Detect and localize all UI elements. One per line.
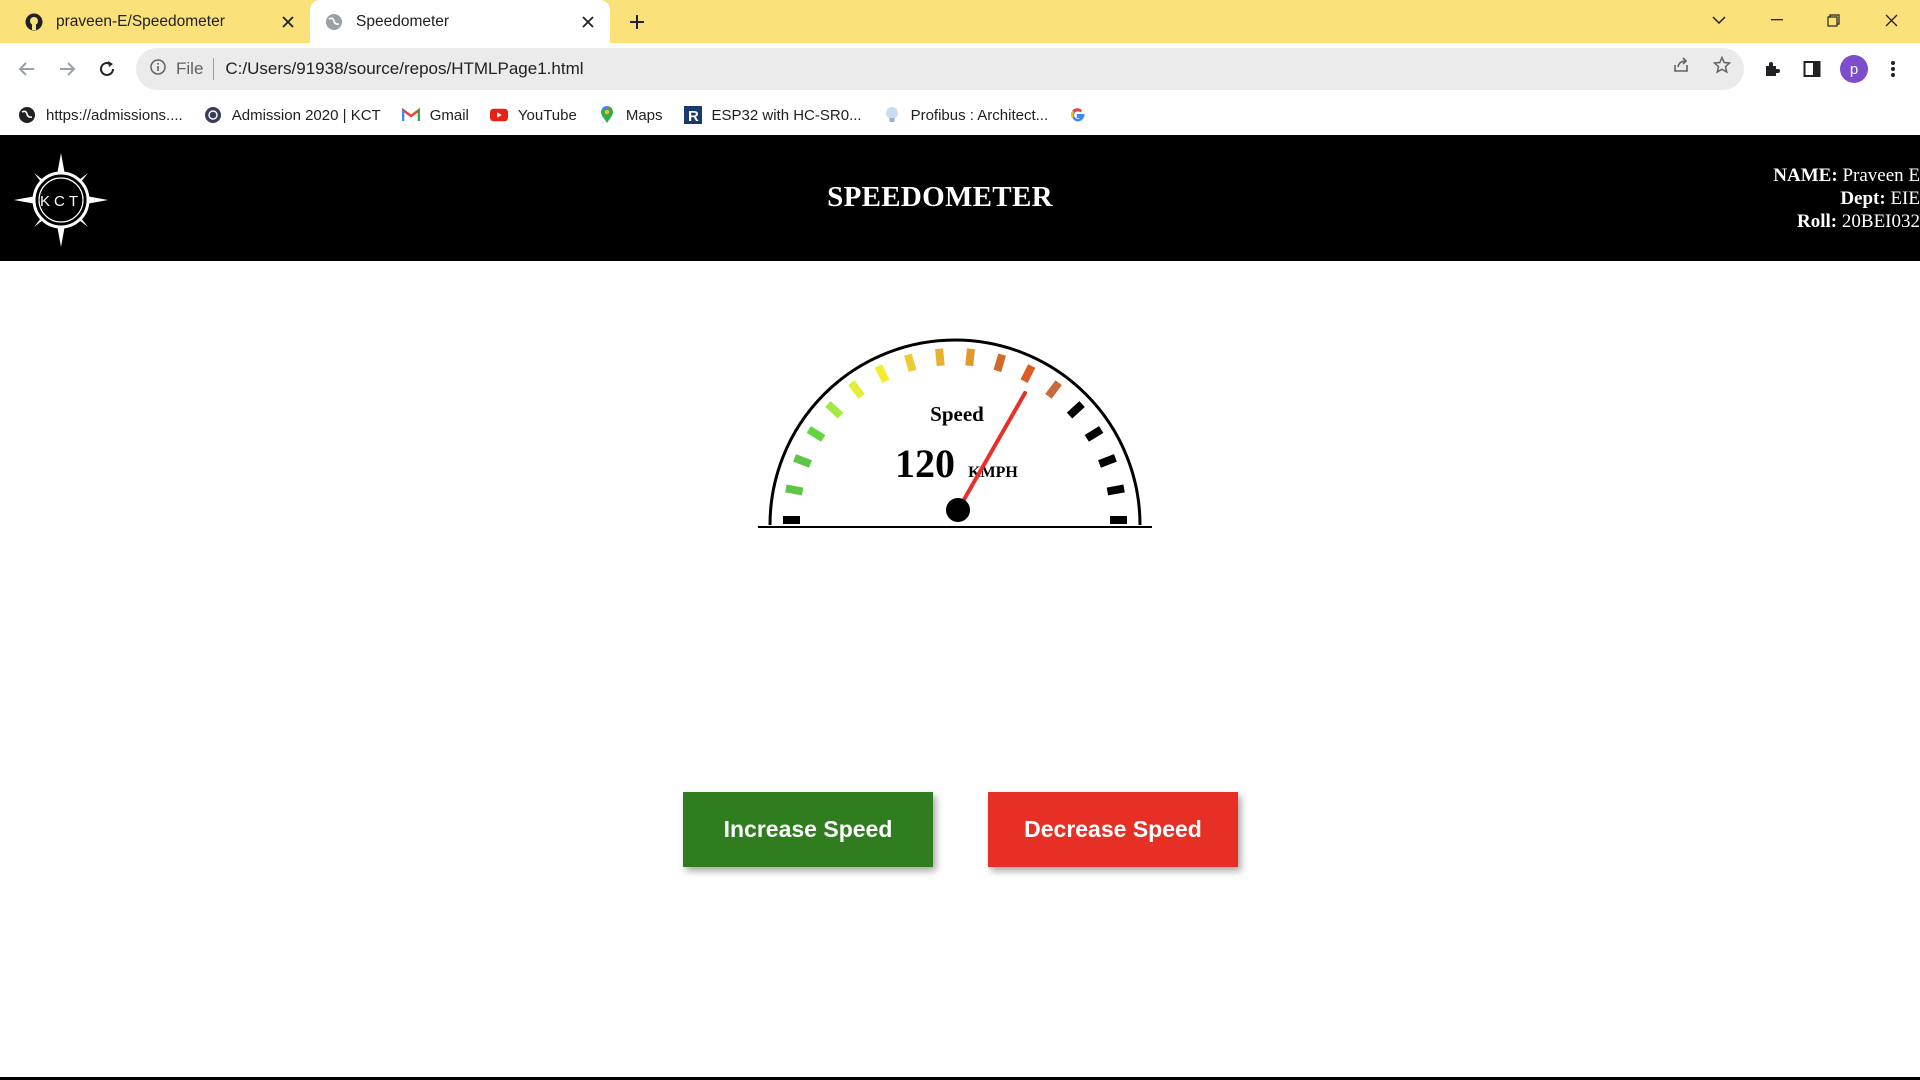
- gauge-tick: [874, 364, 890, 383]
- bookmark-gmail[interactable]: Gmail: [401, 106, 469, 124]
- extensions-icon[interactable]: [1756, 53, 1788, 85]
- gauge-tick: [935, 348, 945, 367]
- student-roll: 20BEI032: [1841, 211, 1920, 232]
- svg-text:R: R: [688, 108, 699, 124]
- gauge-tick: [1020, 364, 1036, 383]
- gauge-tick: [993, 353, 1006, 373]
- kct-icon: [204, 106, 222, 124]
- close-window-icon[interactable]: [1870, 0, 1912, 40]
- page-header: KCT SPEEDOMETER NAME: Praveen E Dept: EI…: [0, 135, 1920, 261]
- gauge-tick: [848, 380, 865, 399]
- maps-icon: [598, 106, 616, 124]
- gauge-tick: [1066, 401, 1085, 419]
- bookmark-esp32[interactable]: R ESP32 with HC-SR0...: [683, 106, 862, 124]
- r-icon: R: [683, 106, 702, 124]
- gauge-tick: [825, 401, 844, 419]
- student-info: NAME: Praveen E Dept: EIE Roll: 20BEI032: [1773, 164, 1920, 233]
- restore-icon[interactable]: [1812, 0, 1854, 40]
- gauge-tick: [793, 454, 812, 468]
- address-bar[interactable]: File C:/Users/91938/source/repos/HTMLPag…: [136, 48, 1744, 90]
- decrease-speed-button[interactable]: Decrease Speed: [988, 792, 1238, 867]
- increase-speed-button[interactable]: Increase Speed: [683, 792, 933, 867]
- tab-search-icon[interactable]: [1698, 0, 1740, 40]
- bookmark-label: YouTube: [517, 106, 577, 124]
- bookmark-label: Profibus : Architect...: [910, 106, 1049, 124]
- speedometer-gauge: Speed 120 KMPH: [758, 338, 1152, 528]
- bookmark-admissions[interactable]: https://admissions....: [18, 106, 183, 124]
- bookmark-google[interactable]: [1069, 106, 1097, 124]
- dept-label: Dept:: [1840, 188, 1886, 209]
- bookmark-label: Maps: [625, 106, 663, 124]
- url-text[interactable]: C:/Users/91938/source/repos/HTMLPage1.ht…: [225, 59, 583, 79]
- gauge-tick: [806, 426, 826, 442]
- student-roll-row: Roll: 20BEI032: [1773, 210, 1920, 233]
- close-tab-icon[interactable]: [574, 8, 602, 36]
- back-icon[interactable]: [11, 53, 43, 85]
- gauge-tick: [785, 484, 804, 496]
- side-panel-icon[interactable]: [1796, 53, 1828, 85]
- tab-speedometer[interactable]: Speedometer: [310, 0, 610, 43]
- gauge-tick: [1045, 380, 1062, 399]
- profile-avatar[interactable]: p: [1840, 55, 1868, 83]
- new-tab-button[interactable]: [622, 7, 652, 37]
- gauge-label: Speed: [930, 402, 984, 426]
- student-dept-row: Dept: EIE: [1773, 187, 1920, 210]
- gauge-ticks: [783, 348, 1127, 524]
- gauge-tick: [965, 348, 975, 367]
- minimize-icon[interactable]: [1756, 0, 1798, 40]
- youtube-icon: [489, 106, 508, 124]
- student-name: Praveen E: [1842, 165, 1920, 186]
- gauge-tick: [1084, 426, 1104, 442]
- gauge-tick: [904, 353, 917, 373]
- needle-pivot: [946, 498, 970, 522]
- student-name-row: NAME: Praveen E: [1773, 164, 1920, 187]
- github-icon: [24, 12, 44, 32]
- name-label: NAME:: [1773, 165, 1838, 186]
- forward-icon[interactable]: [51, 53, 83, 85]
- bookmark-profibus[interactable]: Profibus : Architect...: [883, 106, 1049, 124]
- bookmark-label: Admission 2020 | KCT: [231, 106, 381, 124]
- bookmark-youtube[interactable]: YouTube: [489, 106, 577, 124]
- bookmarks-bar: https://admissions.... Admission 2020 | …: [0, 95, 1920, 135]
- student-dept: EIE: [1890, 188, 1920, 209]
- menu-kebab-icon[interactable]: [1877, 53, 1909, 85]
- roll-label: Roll:: [1797, 211, 1838, 232]
- browser-toolbar: File C:/Users/91938/source/repos/HTMLPag…: [0, 43, 1920, 95]
- gauge-arc: [768, 338, 1142, 526]
- bookmark-label: Gmail: [429, 106, 469, 124]
- tab-title: praveen-E/Speedometer: [56, 12, 225, 30]
- bookmark-maps[interactable]: Maps: [598, 106, 663, 124]
- browser-tabstrip: praveen-E/Speedometer Speedometer: [0, 0, 1920, 43]
- bookmark-label: ESP32 with HC-SR0...: [711, 106, 862, 124]
- gauge-tick: [1098, 454, 1117, 468]
- globe-icon: [324, 12, 344, 32]
- gmail-icon: [401, 106, 420, 124]
- bookmark-admission-kct[interactable]: Admission 2020 | KCT: [204, 106, 381, 124]
- google-icon: [1069, 106, 1087, 124]
- bookmark-star-icon[interactable]: [1709, 52, 1735, 78]
- share-icon[interactable]: [1668, 52, 1694, 78]
- tab-github[interactable]: praveen-E/Speedometer: [0, 0, 310, 43]
- bookmark-label: https://admissions....: [46, 106, 183, 124]
- tab-title: Speedometer: [356, 12, 450, 30]
- bulb-icon: [883, 106, 901, 124]
- info-icon[interactable]: [150, 58, 166, 80]
- reload-icon[interactable]: [91, 53, 123, 85]
- gauge-tick: [1106, 484, 1125, 496]
- address-separator: [213, 58, 215, 80]
- speed-value: 120: [895, 441, 955, 486]
- scheme-label: File: [176, 59, 204, 78]
- close-tab-icon[interactable]: [274, 8, 302, 36]
- globe-icon: [18, 106, 36, 124]
- page-title: SPEEDOMETER: [827, 181, 1053, 213]
